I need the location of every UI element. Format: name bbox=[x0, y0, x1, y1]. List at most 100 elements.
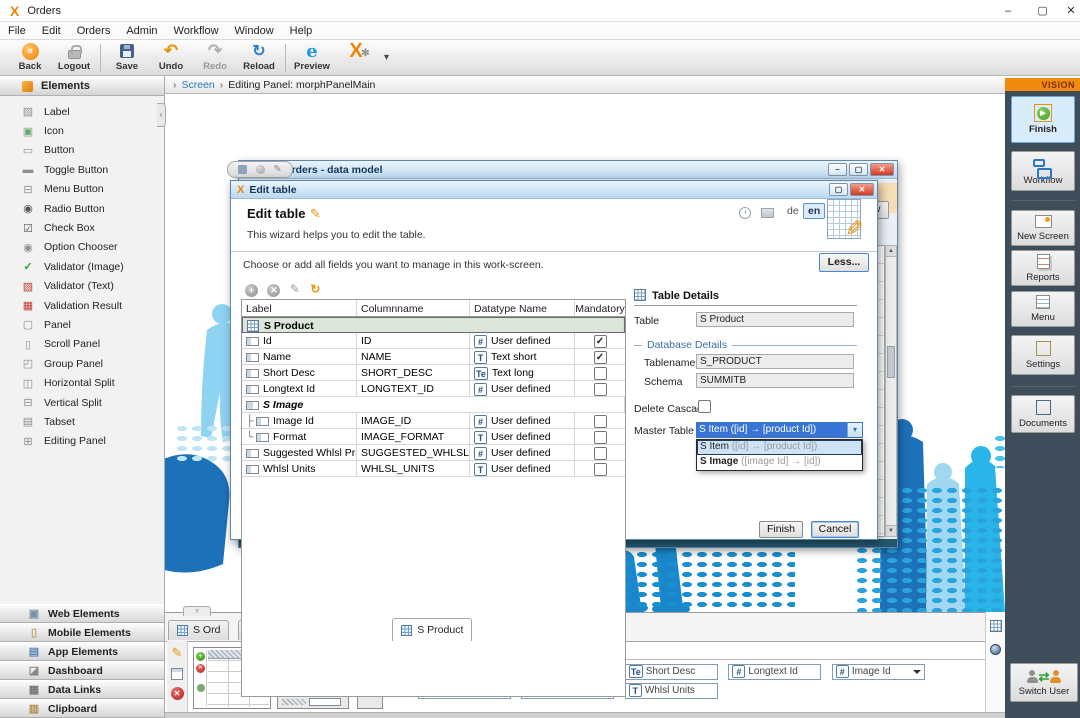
elements-panel-header[interactable]: Elements bbox=[0, 76, 164, 96]
schema-field[interactable]: SUMMITB bbox=[696, 373, 854, 388]
element-vertical-split[interactable]: ⊟Vertical Split bbox=[0, 393, 164, 412]
mandatory-checkbox[interactable] bbox=[594, 431, 607, 444]
form-icon[interactable] bbox=[171, 668, 183, 680]
cancel-dialog-button[interactable]: Cancel bbox=[811, 521, 859, 538]
image-flag-icon[interactable] bbox=[761, 208, 774, 218]
menu-button[interactable]: Menu bbox=[1011, 291, 1075, 327]
less-button[interactable]: Less... bbox=[819, 253, 869, 272]
element-label[interactable]: ▨Label bbox=[0, 102, 164, 121]
dm-close-button[interactable]: ✕ bbox=[870, 163, 894, 176]
wizard-close-button[interactable]: ✕ bbox=[850, 183, 874, 196]
section-dashboard[interactable]: ◪Dashboard bbox=[0, 661, 164, 680]
globe-icon[interactable] bbox=[990, 644, 1001, 655]
panel-collapse-handle[interactable]: ▿ bbox=[183, 606, 211, 616]
maximize-button[interactable]: ▢ bbox=[1028, 1, 1058, 21]
menu-file[interactable]: File bbox=[0, 23, 34, 39]
field-row-short-desc[interactable]: Short Desc SHORT_DESC TeText long bbox=[242, 365, 625, 381]
field-row-format[interactable]: └Format IMAGE_FORMAT TUser defined bbox=[242, 429, 625, 445]
dm-scrollbar[interactable]: ▲ ▼ bbox=[885, 245, 897, 537]
back-button[interactable]: « Back bbox=[8, 41, 52, 75]
lang-en[interactable]: en bbox=[803, 203, 825, 219]
combobox-arrow-icon[interactable]: ▾ bbox=[847, 423, 862, 437]
remove-icon[interactable]: ✕ bbox=[171, 687, 184, 700]
close-button[interactable]: ✕ bbox=[1062, 1, 1080, 21]
delete-row-icon[interactable]: ✕ bbox=[196, 664, 205, 673]
menu-help[interactable]: Help bbox=[282, 23, 321, 39]
minimize-button[interactable]: – bbox=[993, 1, 1023, 21]
section-data-links[interactable]: ▦Data Links bbox=[0, 680, 164, 699]
menu-edit[interactable]: Edit bbox=[34, 23, 69, 39]
history-clock-icon[interactable] bbox=[739, 207, 751, 219]
add-field-icon[interactable]: + bbox=[245, 284, 258, 297]
element-panel[interactable]: ▢Panel bbox=[0, 315, 164, 334]
mini-pencil-icon[interactable]: ✎ bbox=[273, 165, 281, 175]
table-value-field[interactable]: S Product bbox=[696, 312, 854, 327]
mandatory-checkbox[interactable]: ✓ bbox=[594, 335, 607, 348]
tab-s-product[interactable]: S Product bbox=[392, 618, 472, 641]
master-table-combobox[interactable]: S Item ([id] → [product Id]) ▾ bbox=[696, 422, 863, 438]
element-option-chooser[interactable]: ◉Option Chooser bbox=[0, 238, 164, 257]
undo-button[interactable]: ↶ Undo bbox=[149, 41, 193, 75]
finish-dialog-button[interactable]: Finish bbox=[759, 521, 803, 538]
documents-button[interactable]: Documents bbox=[1011, 395, 1075, 433]
mandatory-checkbox[interactable]: ✓ bbox=[594, 351, 607, 364]
element-button[interactable]: ▭Button bbox=[0, 141, 164, 160]
database-details-section[interactable]: Database Details bbox=[634, 339, 857, 351]
element-check-box[interactable]: ☑Check Box bbox=[0, 218, 164, 237]
delete-cascade-checkbox[interactable] bbox=[698, 400, 711, 413]
mini-circle-icon[interactable] bbox=[256, 165, 265, 174]
mini-save-icon[interactable] bbox=[238, 165, 247, 174]
toolbar-dropdown-icon[interactable]: ▾ bbox=[384, 52, 389, 63]
edit-pencil-icon[interactable]: ✎ bbox=[172, 645, 183, 661]
visionx-button[interactable]: X bbox=[334, 41, 378, 75]
element-tabset[interactable]: ▤Tabset bbox=[0, 412, 164, 431]
remove-field-icon[interactable]: ✕ bbox=[267, 284, 280, 297]
editor-chip-longtext-id[interactable]: #Longtext Id bbox=[728, 664, 821, 680]
logout-button[interactable]: Logout bbox=[52, 41, 96, 75]
element-group-panel[interactable]: ◰Group Panel bbox=[0, 354, 164, 373]
field-row-id[interactable]: Id ID #User defined ✓ bbox=[242, 333, 625, 349]
reports-button[interactable]: Reports bbox=[1011, 250, 1075, 286]
reload-button[interactable]: ↻ Reload bbox=[237, 41, 281, 75]
edit-field-icon[interactable]: ✎ bbox=[290, 282, 300, 296]
field-row-longtext-id[interactable]: Longtext Id LONGTEXT_ID #User defined bbox=[242, 381, 625, 397]
switch-user-button[interactable]: ⇄ Switch User bbox=[1010, 663, 1078, 702]
field-row-suggested-whlsl-price[interactable]: Suggested Whlsl Price SUGGESTED_WHLSL_PR… bbox=[242, 445, 625, 461]
dm-maximize-button[interactable]: ▢ bbox=[849, 163, 868, 176]
field-row-name[interactable]: Name NAME TText short ✓ bbox=[242, 349, 625, 365]
section-web-elements[interactable]: ▣Web Elements bbox=[0, 604, 164, 623]
scroll-up-icon[interactable]: ▲ bbox=[886, 246, 896, 257]
editor-chip-short-desc[interactable]: TeShort Desc bbox=[625, 664, 718, 680]
new-screen-button[interactable]: New Screen bbox=[1011, 210, 1075, 246]
element-menu-button[interactable]: ⊟Menu Button bbox=[0, 180, 164, 199]
scroll-down-icon[interactable]: ▼ bbox=[886, 525, 896, 536]
breadcrumb-screen-link[interactable]: Screen bbox=[182, 79, 215, 91]
section-clipboard[interactable]: ▥Clipboard bbox=[0, 699, 164, 718]
element-scroll-panel[interactable]: ▯Scroll Panel bbox=[0, 335, 164, 354]
element-editing-panel[interactable]: ⊞Editing Panel bbox=[0, 432, 164, 451]
mandatory-checkbox[interactable] bbox=[594, 367, 607, 380]
sidebar-collapse-handle[interactable]: ‹ bbox=[157, 103, 166, 127]
dropdown-option-s-item[interactable]: S Item ([id] → [product Id]) bbox=[697, 440, 862, 455]
mandatory-checkbox[interactable] bbox=[594, 383, 607, 396]
finish-button[interactable]: ▶ Finish bbox=[1011, 96, 1075, 143]
refresh-fields-icon[interactable]: ↻ bbox=[310, 282, 320, 296]
menu-admin[interactable]: Admin bbox=[118, 23, 165, 39]
tablename-field[interactable]: S_PRODUCT bbox=[696, 354, 854, 369]
settings-button[interactable]: Settings bbox=[1011, 335, 1075, 375]
element-validator-text[interactable]: ▨Validator (Text) bbox=[0, 277, 164, 296]
scrollbar-thumb[interactable] bbox=[887, 346, 895, 378]
menu-workflow[interactable]: Workflow bbox=[166, 23, 227, 39]
menu-window[interactable]: Window bbox=[227, 23, 282, 39]
save-button[interactable]: Save bbox=[105, 41, 149, 75]
element-toggle-button[interactable]: ▬Toggle Button bbox=[0, 160, 164, 179]
element-validator-image[interactable]: ✓Validator (Image) bbox=[0, 257, 164, 276]
field-row-image-id[interactable]: ├Image Id IMAGE_ID #User defined bbox=[242, 413, 625, 429]
redo-button[interactable]: ↷ Redo bbox=[193, 41, 237, 75]
menu-orders[interactable]: Orders bbox=[69, 23, 119, 39]
element-icon[interactable]: ▣Icon bbox=[0, 121, 164, 140]
field-row-whlsl-units[interactable]: Whlsl Units WHLSL_UNITS TUser defined bbox=[242, 461, 625, 477]
section-app-elements[interactable]: ▤App Elements bbox=[0, 642, 164, 661]
lang-de[interactable]: de bbox=[787, 205, 799, 217]
preview-button[interactable]: e Preview bbox=[290, 41, 334, 75]
